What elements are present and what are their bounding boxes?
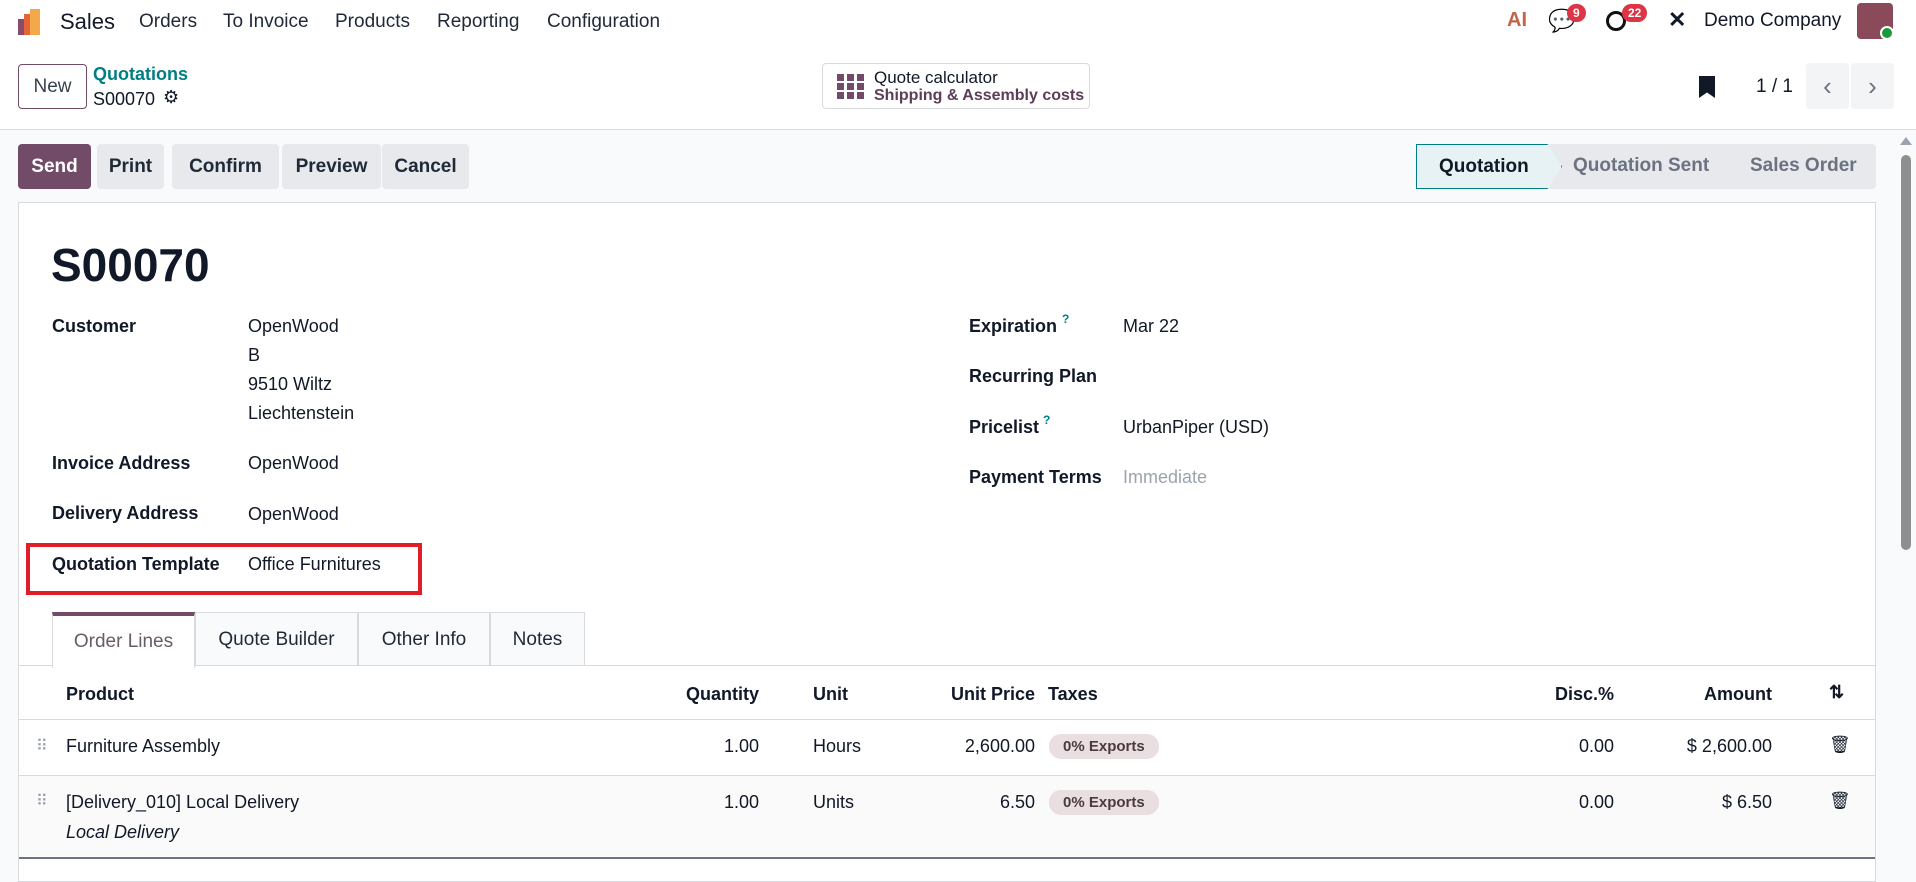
discount[interactable]: 0.00 bbox=[1499, 792, 1614, 813]
col-discount[interactable]: Disc.% bbox=[1500, 684, 1614, 705]
table-row[interactable]: ⠿ [Delivery_010] Local Delivery Local De… bbox=[19, 776, 1875, 856]
stage-sales-order[interactable]: Sales Order bbox=[1750, 155, 1857, 177]
pager-next-button[interactable]: › bbox=[1851, 63, 1894, 109]
drag-handle-icon[interactable]: ⠿ bbox=[36, 791, 48, 811]
quantity[interactable]: 1.00 bbox=[619, 792, 759, 813]
customer-name: OpenWood bbox=[248, 316, 339, 336]
col-unit[interactable]: Unit bbox=[813, 684, 848, 705]
expiration-field[interactable]: Mar 22 bbox=[1123, 312, 1179, 341]
col-quantity[interactable]: Quantity bbox=[620, 684, 759, 705]
payment-terms-label: Payment Terms bbox=[969, 467, 1102, 487]
bookmark-icon[interactable] bbox=[1699, 76, 1715, 98]
record-title: S00070 bbox=[51, 239, 210, 291]
col-taxes[interactable]: Taxes bbox=[1048, 684, 1098, 705]
col-product[interactable]: Product bbox=[66, 684, 134, 705]
status-bar: Quotation Quotation Sent Sales Order bbox=[1416, 144, 1876, 189]
discount[interactable]: 0.00 bbox=[1499, 736, 1614, 757]
top-navbar: Sales Orders To Invoice Products Reporti… bbox=[0, 0, 1916, 44]
menu-products[interactable]: Products bbox=[335, 11, 410, 33]
unit-price[interactable]: 2,600.00 bbox=[899, 736, 1035, 757]
control-panel: New Quotations S00070 ⚙ Quote calculator… bbox=[0, 44, 1916, 130]
activities-badge: 22 bbox=[1622, 4, 1648, 22]
customer-field[interactable]: OpenWood B 9510 Wiltz Liechtenstein bbox=[248, 312, 354, 428]
pricelist-field[interactable]: UrbanPiper (USD) bbox=[1123, 413, 1269, 442]
app-name[interactable]: Sales bbox=[60, 9, 115, 35]
messages-badge: 9 bbox=[1567, 4, 1586, 22]
menu-reporting[interactable]: Reporting bbox=[437, 11, 519, 33]
sales-app-logo[interactable] bbox=[16, 7, 46, 37]
menu-to-invoice[interactable]: To Invoice bbox=[223, 11, 309, 33]
tab-other-info[interactable]: Other Info bbox=[358, 612, 490, 666]
tax-badge[interactable]: 0% Exports bbox=[1049, 734, 1159, 759]
send-button[interactable]: Send bbox=[18, 144, 91, 189]
pricelist-label: Pricelist bbox=[969, 417, 1040, 437]
customer-street: B bbox=[248, 345, 261, 365]
quotation-template-field[interactable]: Office Furnitures bbox=[248, 550, 381, 579]
customer-city: 9510 Wiltz bbox=[248, 374, 333, 394]
new-button[interactable]: New bbox=[18, 64, 87, 109]
print-button[interactable]: Print bbox=[97, 144, 164, 189]
product-name[interactable]: [Delivery_010] Local Delivery bbox=[66, 792, 299, 813]
breadcrumb-quotations[interactable]: Quotations bbox=[93, 64, 188, 85]
delivery-address-field[interactable]: OpenWood bbox=[248, 500, 339, 529]
unit-price[interactable]: 6.50 bbox=[899, 792, 1035, 813]
delete-trash-icon[interactable]: 🗑 bbox=[1829, 791, 1851, 811]
company-switcher[interactable]: Demo Company bbox=[1704, 10, 1841, 32]
recurring-plan-label: Recurring Plan bbox=[969, 366, 1098, 386]
pager-previous-button[interactable]: ‹ bbox=[1806, 63, 1849, 109]
grid-icon bbox=[837, 74, 864, 99]
tax-badge[interactable]: 0% Exports bbox=[1049, 790, 1159, 815]
menu-orders[interactable]: Orders bbox=[139, 11, 197, 33]
confirm-button[interactable]: Confirm bbox=[172, 144, 279, 189]
scrollbar-thumb[interactable] bbox=[1901, 155, 1911, 550]
breadcrumb-record: S00070 bbox=[93, 89, 156, 109]
quotation-template-label: Quotation Template bbox=[52, 554, 220, 574]
pricelist-help-icon[interactable]: ? bbox=[1043, 413, 1050, 427]
product-name[interactable]: Furniture Assembly bbox=[66, 736, 220, 757]
pager-value[interactable]: 1 / 1 bbox=[1756, 76, 1793, 98]
stage-quotation[interactable]: Quotation bbox=[1416, 144, 1562, 189]
preview-button[interactable]: Preview bbox=[282, 144, 381, 189]
quote-calculator-button[interactable]: Quote calculator Shipping & Assembly cos… bbox=[822, 63, 1090, 109]
scroll-up-arrow-icon[interactable] bbox=[1900, 137, 1912, 145]
online-status-dot bbox=[1880, 26, 1894, 40]
delivery-address-label: Delivery Address bbox=[52, 503, 199, 523]
tab-notes[interactable]: Notes bbox=[490, 612, 585, 666]
product-description[interactable]: Local Delivery bbox=[66, 822, 179, 843]
unit[interactable]: Units bbox=[813, 792, 854, 813]
col-unit-price[interactable]: Unit Price bbox=[900, 684, 1035, 705]
calculator-title: Quote calculator bbox=[874, 68, 998, 87]
tab-order-lines[interactable]: Order Lines bbox=[52, 612, 195, 668]
calculator-subtitle: Shipping & Assembly costs bbox=[874, 87, 1085, 104]
quantity[interactable]: 1.00 bbox=[619, 736, 759, 757]
amount: $ 6.50 bbox=[1721, 792, 1772, 812]
gear-icon[interactable]: ⚙ bbox=[163, 87, 179, 108]
col-amount[interactable]: Amount bbox=[1640, 684, 1772, 705]
table-row[interactable]: ⠿ Furniture Assembly 1.00 Hours 2,600.00… bbox=[19, 720, 1875, 775]
tools-icon[interactable]: ✕ bbox=[1668, 7, 1686, 33]
stage-quotation-sent[interactable]: Quotation Sent bbox=[1573, 155, 1709, 177]
unit[interactable]: Hours bbox=[813, 736, 861, 757]
recurring-plan-field[interactable] bbox=[1123, 362, 1723, 390]
menu-configuration[interactable]: Configuration bbox=[547, 11, 660, 33]
customer-country: Liechtenstein bbox=[248, 403, 355, 423]
payment-terms-field[interactable]: Immediate bbox=[1123, 463, 1207, 492]
ai-icon[interactable]: AI bbox=[1507, 9, 1527, 32]
scrollbar[interactable] bbox=[1898, 137, 1914, 860]
cancel-button[interactable]: Cancel bbox=[382, 144, 469, 189]
column-settings-icon[interactable]: ⇅ bbox=[1829, 682, 1844, 703]
invoice-address-field[interactable]: OpenWood bbox=[248, 449, 339, 478]
expiration-label: Expiration bbox=[969, 316, 1058, 336]
amount: $ 2,600.00 bbox=[1686, 736, 1772, 756]
drag-handle-icon[interactable]: ⠿ bbox=[36, 736, 48, 756]
delete-trash-icon[interactable]: 🗑 bbox=[1829, 735, 1851, 755]
table-bottom-border bbox=[19, 857, 1875, 859]
tab-quote-builder[interactable]: Quote Builder bbox=[195, 612, 358, 666]
expiration-help-icon[interactable]: ? bbox=[1062, 312, 1069, 326]
invoice-address-label: Invoice Address bbox=[52, 453, 191, 473]
customer-label: Customer bbox=[52, 316, 137, 336]
